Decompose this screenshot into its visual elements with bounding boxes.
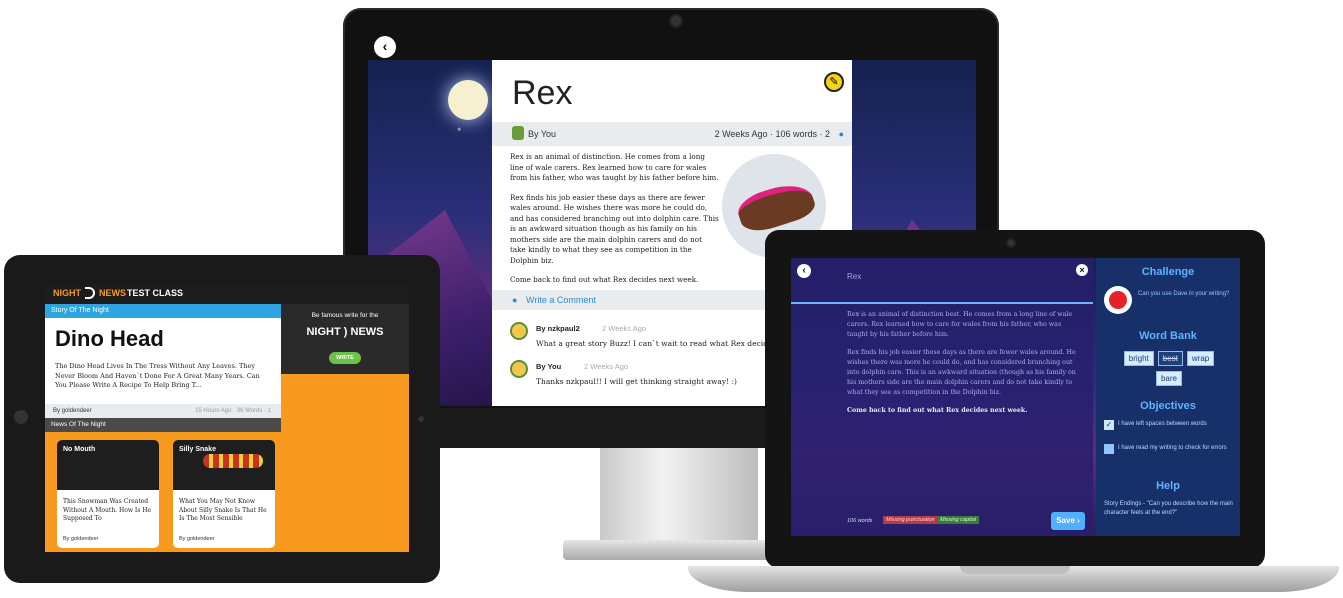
monitor-stand <box>600 448 758 548</box>
word-chip[interactable]: wrap <box>1186 351 1215 366</box>
promo-brand-news: NEWS <box>350 326 384 338</box>
challenge-heading: Challenge <box>1141 266 1195 278</box>
edit-pencil-icon[interactable]: ✎ <box>824 72 844 92</box>
card-text: This Snowman Was Created Without A Mouth… <box>63 498 152 522</box>
story-text: The Dino Head Lives In The Tress Without… <box>55 362 260 389</box>
article-paragraph: Rex is an animal of distinction. He come… <box>510 152 719 182</box>
author-avatar <box>512 126 524 140</box>
card-text: What You May Not Know About Silly Snake … <box>179 498 267 522</box>
comment-author: By nzkpaul2 <box>536 324 580 333</box>
news-card[interactable]: No Mouth This Snowman Was Created Withou… <box>57 440 159 548</box>
word-chip[interactable]: bright <box>1123 351 1154 366</box>
objective-text: I have read my writing to check for erro… <box>1118 445 1227 451</box>
word-chip[interactable]: bare <box>1155 371 1182 386</box>
news-label: News Of The Night <box>51 421 106 428</box>
tablet-home-button <box>14 410 28 424</box>
class-name: TEST CLASS <box>127 288 184 298</box>
editor-body[interactable]: Rex is an animal of distinction best. He… <box>847 310 1081 416</box>
laptop-notch <box>960 566 1070 574</box>
comment-text: Thanks nzkpaul!! I will get thinking str… <box>536 377 737 386</box>
promo-panel: Be famous write for the NIGHT ) NEWS WRI… <box>281 304 409 374</box>
promo-brand-night: NIGHT <box>306 326 341 338</box>
comment-bubble-icon: ● <box>838 129 844 139</box>
article-body: Rex is an animal of distinction. He come… <box>510 152 720 295</box>
missing-punctuation-tag[interactable]: Missing punctuation <box>883 516 938 524</box>
comment-author: By You <box>536 362 562 371</box>
save-label: Save <box>1056 516 1075 525</box>
challenge-text: Can you use Dave in your writing? <box>1138 291 1230 297</box>
snake-image <box>203 454 263 468</box>
monitor-camera <box>671 16 681 26</box>
word-bank-heading: Word Bank <box>1139 330 1197 342</box>
article-meta: 2 Weeks Ago · 106 words · 2 <box>714 129 830 139</box>
missing-capital-tag[interactable]: Missing capital <box>937 516 980 524</box>
card-author: By goldendeer <box>179 536 215 542</box>
challenge-character-icon <box>1104 286 1132 314</box>
card-title: No Mouth <box>63 446 96 453</box>
objective-checkbox-checked[interactable]: ✓ <box>1104 420 1114 430</box>
comment-time: 2 Weeks Ago <box>602 324 647 333</box>
word-bank: bright best wrap bare <box>1104 348 1234 388</box>
editor-paragraph: Rex is an animal of distinction best. He… <box>847 311 1073 338</box>
word-count: 106 words <box>847 518 873 524</box>
story-meta: 15 Hours Ago · 36 Words · 1 <box>195 408 271 414</box>
comment-icon: ● <box>512 295 518 305</box>
article-paragraph: Rex finds his job easier these days as t… <box>510 192 719 265</box>
close-icon[interactable]: × <box>1076 264 1088 276</box>
card-author: By goldendeer <box>63 536 99 542</box>
tablet-screen: NIGHT NEWS TEST CLASS Story Of The Night… <box>45 284 409 552</box>
article-meta-bar: By You 2 Weeks Ago · 106 words · 2 ● <box>492 122 852 146</box>
editor-paragraph: Rex finds his job easier these days as t… <box>847 349 1076 396</box>
moon-logo-icon <box>85 287 95 299</box>
comment-time: 2 Weeks Ago <box>584 362 629 371</box>
editor-divider <box>791 302 1093 304</box>
promo-text: Be famous write for the <box>311 312 379 319</box>
objective-checkbox[interactable] <box>1104 444 1114 454</box>
article-author: By You <box>528 129 557 139</box>
article-title: Rex <box>512 74 573 112</box>
story-meta-bar: By goldendeer 15 Hours Ago · 36 Words · … <box>45 404 281 418</box>
help-heading: Help <box>1156 480 1180 492</box>
news-card[interactable]: Silly Snake What You May Not Know About … <box>173 440 275 548</box>
back-arrow-icon[interactable]: ‹ <box>797 264 811 278</box>
story-author: By goldendeer <box>53 408 92 414</box>
monitor-stand-base <box>563 540 793 560</box>
objectives-heading: Objectives <box>1140 400 1196 412</box>
story-title: Dino Head <box>55 326 164 351</box>
promo-logo: NIGHT ) NEWS <box>306 326 384 338</box>
write-button[interactable]: WRITE <box>329 352 361 364</box>
brand-night: NIGHT <box>53 288 81 298</box>
brand-news: NEWS <box>99 288 126 298</box>
news-label-bar: News Of The Night <box>45 418 281 432</box>
tablet-camera <box>418 416 424 422</box>
comment-text: What a great story Buzz! I can`t wait to… <box>536 339 794 348</box>
save-button[interactable]: Save › <box>1051 512 1085 530</box>
write-comment-link[interactable]: Write a Comment <box>526 295 596 305</box>
editor-paragraph: Come back to find out what Rex decides n… <box>847 407 1028 414</box>
story-of-night-card[interactable]: Story Of The Night Dino Head The Dino He… <box>45 304 281 432</box>
back-arrow-icon[interactable]: ‹ <box>374 36 396 58</box>
moon-image <box>448 80 488 120</box>
editor-title: Rex <box>847 272 862 281</box>
commenter-avatar <box>510 322 528 340</box>
word-chip-used[interactable]: best <box>1157 351 1183 366</box>
objective-text: I have left spaces between words <box>1118 421 1207 427</box>
laptop-camera <box>1008 240 1014 246</box>
help-text: Story Endings - "Can you describe how th… <box>1104 501 1233 516</box>
tablet-header: NIGHT NEWS TEST CLASS <box>45 284 409 304</box>
writing-helper-sidebar: × Challenge Can you use Dave in your wri… <box>1076 258 1240 536</box>
story-label: Story Of The Night <box>45 304 281 318</box>
commenter-avatar <box>510 360 528 378</box>
laptop-screen: ‹ Rex Rex is an animal of distinction be… <box>791 258 1240 536</box>
article-paragraph: Come back to find out what Rex decides n… <box>510 275 699 284</box>
card-title: Silly Snake <box>179 446 216 453</box>
story-editor[interactable]: ‹ Rex Rex is an animal of distinction be… <box>791 258 1093 536</box>
